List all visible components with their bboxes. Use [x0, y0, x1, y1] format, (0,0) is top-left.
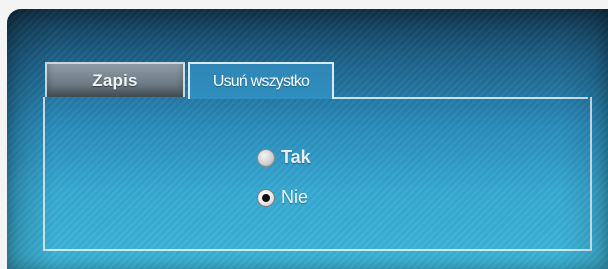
tab-content-panel — [43, 97, 592, 251]
tab-usun-wszystko[interactable]: Usuń wszystko — [188, 62, 334, 99]
tab-zapis[interactable]: Zapis — [45, 62, 185, 97]
radio-unselected-icon[interactable] — [257, 148, 275, 167]
radio-dot — [262, 193, 270, 202]
tab-zapis-label: Zapis — [92, 70, 138, 90]
tab-usun-wszystko-label: Usuń wszystko — [212, 72, 310, 90]
option-tak[interactable]: Tak — [257, 147, 311, 168]
option-nie[interactable]: Nie — [257, 187, 308, 208]
option-tak-label: Tak — [281, 147, 311, 167]
radio-selected-icon[interactable] — [257, 188, 275, 207]
dialog-screen: Zapis Usuń wszystko Tak Nie — [7, 9, 608, 269]
option-nie-label: Nie — [281, 187, 309, 207]
